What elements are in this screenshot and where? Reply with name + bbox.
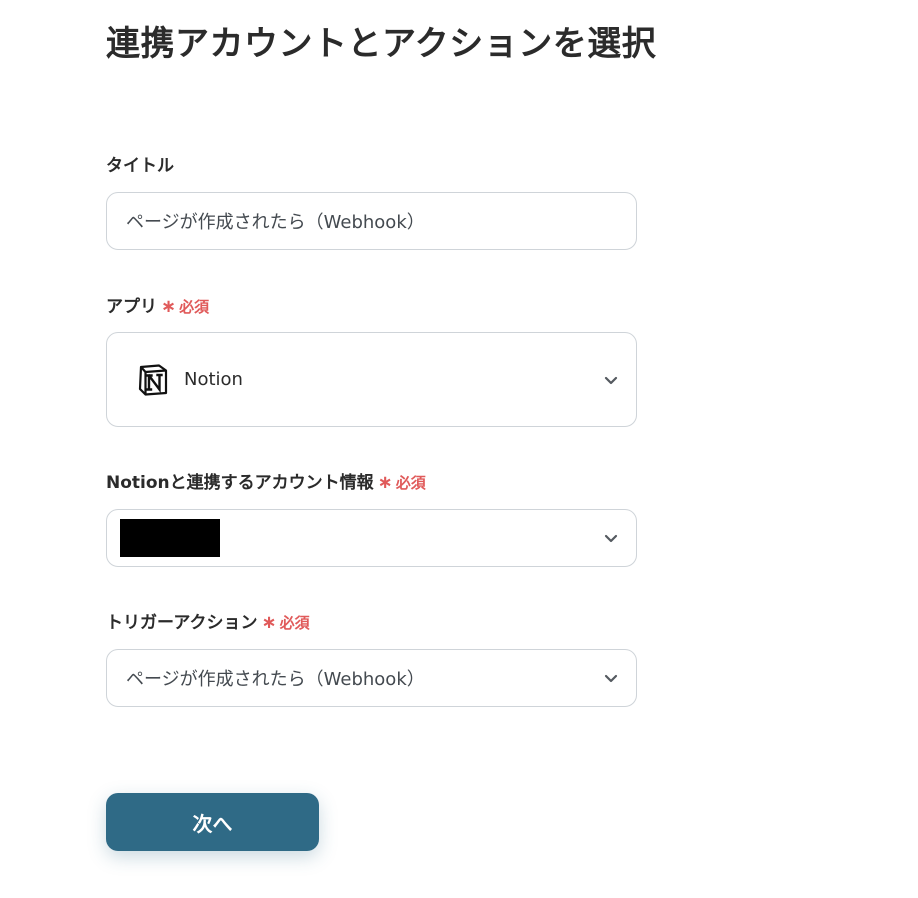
title-input-value: ページが作成されたら（Webhook） (126, 212, 425, 233)
title-label-text: タイトル (106, 156, 174, 176)
selected-app-name: Notion (184, 369, 243, 390)
page-title: 連携アカウントとアクションを選択 (106, 24, 657, 64)
account-select[interactable] (106, 509, 637, 567)
chevron-down-icon[interactable] (604, 534, 618, 544)
account-field-label: Notionと連携するアカウント情報 ∗ 必須 (106, 471, 426, 495)
trigger-label-text: トリガーアクション (106, 613, 258, 633)
required-badge: ∗ 必須 (161, 295, 209, 319)
account-label-text: Notionと連携するアカウント情報 (106, 473, 374, 493)
required-badge: ∗ 必須 (261, 611, 309, 635)
required-badge: ∗ 必須 (378, 471, 426, 495)
title-input[interactable]: ページが作成されたら（Webhook） (106, 192, 637, 250)
trigger-field-label: トリガーアクション ∗ 必須 (106, 611, 310, 635)
asterisk-icon: ∗ (161, 296, 177, 317)
required-text: 必須 (395, 474, 426, 492)
asterisk-icon: ∗ (377, 472, 393, 493)
app-select[interactable]: Notion (106, 332, 637, 427)
required-text: 必須 (179, 298, 210, 316)
chevron-down-icon[interactable] (604, 674, 618, 684)
trigger-action-select[interactable]: ページが作成されたら（Webhook） (106, 649, 637, 707)
title-field-label: タイトル (106, 154, 174, 178)
app-label-text: アプリ (106, 297, 157, 317)
chevron-down-icon[interactable] (604, 376, 618, 386)
next-button[interactable]: 次へ (106, 793, 319, 851)
required-text: 必須 (279, 614, 310, 632)
redacted-account-value (120, 519, 220, 557)
asterisk-icon: ∗ (261, 612, 277, 633)
app-field-label: アプリ ∗ 必須 (106, 295, 209, 319)
trigger-selected-value: ページが作成されたら（Webhook） (126, 669, 425, 690)
notion-logo-icon (138, 363, 168, 396)
